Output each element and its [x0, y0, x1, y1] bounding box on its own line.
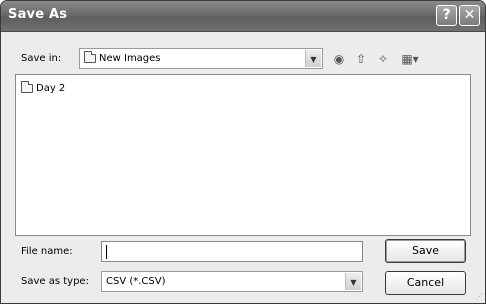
save-as-type-dropdown[interactable]: CSV (*.CSV) ▼	[101, 271, 363, 292]
chevron-down-icon: ▼	[345, 273, 361, 290]
help-button[interactable]: ?	[436, 5, 457, 26]
save-as-type-label: Save as type:	[21, 276, 89, 287]
save-in-value: New Images	[84, 50, 161, 64]
up-folder-icon[interactable]: ⇧	[352, 50, 370, 68]
save-button[interactable]: Save	[385, 239, 466, 263]
save-in-label: Save in:	[21, 53, 62, 64]
text-caret	[106, 245, 107, 259]
views-menu-icon[interactable]: ▦▾	[397, 50, 423, 68]
file-name-label: File name:	[21, 246, 73, 257]
save-as-type-value: CSV (*.CSV)	[106, 276, 166, 287]
back-icon[interactable]: ◉	[330, 50, 348, 68]
title-bar[interactable]: Save As ? ✕	[1, 1, 485, 32]
file-list-item[interactable]: Day 2	[21, 80, 66, 94]
cancel-button[interactable]: Cancel	[385, 271, 466, 295]
save-in-dropdown[interactable]: New Images ▼	[79, 48, 323, 69]
file-name-input[interactable]	[101, 241, 363, 262]
new-folder-icon[interactable]: ✧	[374, 50, 392, 68]
resize-grip-icon[interactable]: ⋰	[475, 292, 483, 301]
close-button[interactable]: ✕	[459, 5, 480, 26]
file-list[interactable]: Day 2	[15, 74, 471, 236]
folder-icon	[21, 80, 33, 93]
dialog-title: Save As	[8, 7, 68, 22]
save-in-text: New Images	[99, 53, 161, 64]
file-item-label: Day 2	[36, 83, 66, 94]
chevron-down-icon: ▼	[305, 50, 321, 67]
save-as-dialog: Save As ? ✕ Save in: New Images ▼ ◉ ⇧ ✧ …	[0, 0, 486, 304]
folder-icon	[84, 50, 96, 63]
